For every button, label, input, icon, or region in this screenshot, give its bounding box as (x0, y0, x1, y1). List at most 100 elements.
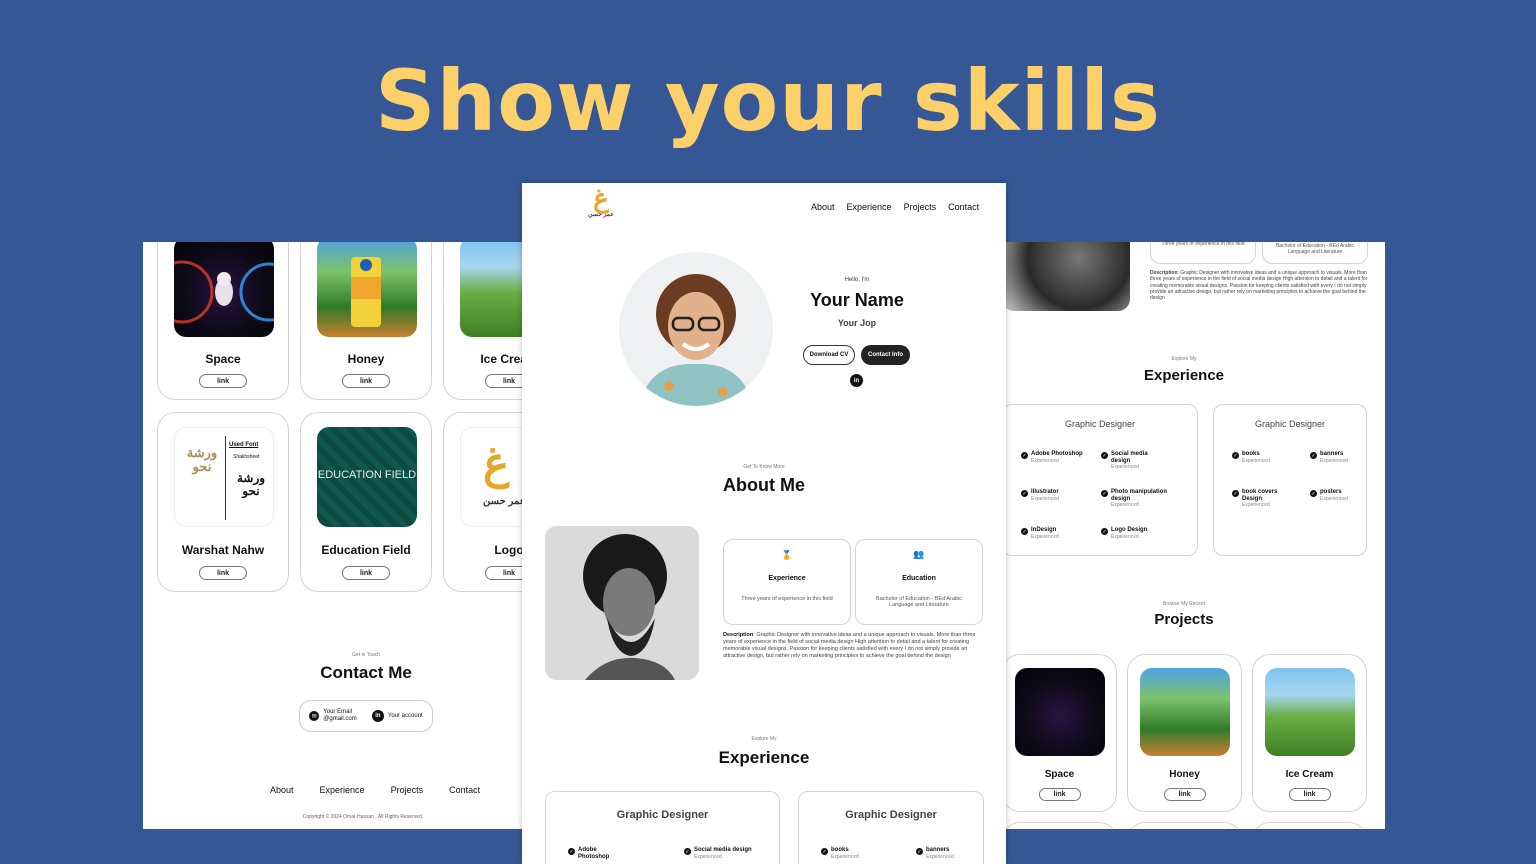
project-card-logo: غ عمر حسن Logo link (443, 412, 523, 592)
footer-nav-contact[interactable]: Contact (449, 785, 480, 795)
skill-level: Experienced (1031, 533, 1059, 540)
logo-glyph: غ (593, 183, 609, 213)
about-photo (545, 526, 699, 680)
experience-info-text: Three years of experience in this field (1161, 242, 1245, 247)
footer-nav-about[interactable]: About (270, 785, 294, 795)
divider (225, 436, 226, 520)
description-text: : Graphic Designer with innovative ideas… (1150, 270, 1368, 301)
nav-about[interactable]: About (811, 202, 835, 212)
left-panel-screenshot: Space link Honey link Ice Cream link ورش… (143, 242, 523, 829)
projects-title: Projects (1154, 611, 1214, 628)
project-title: Ice Cream (480, 352, 523, 366)
project-card-ice-cream: Ice Cream link (1252, 654, 1367, 812)
logo-thumbnail: غ عمر حسن (460, 427, 523, 527)
project-title: Ice Cream (1285, 769, 1334, 780)
linkedin-icon: in (371, 710, 384, 722)
skill-item: ✓ InDesign Experienced (1021, 527, 1087, 540)
footer-nav-projects[interactable]: Projects (391, 785, 424, 795)
check-icon: ✓ (684, 848, 691, 855)
top-nav: About Experience Projects Contact (811, 202, 979, 212)
project-card-space: Space link (157, 242, 289, 400)
email-text: Your Email @gmail.com (323, 709, 357, 722)
site-logo[interactable]: غ عمر حسن (586, 185, 616, 229)
skill-item: ✓ Social media design Experienced (684, 847, 752, 860)
experience-info-title: Experience (768, 575, 806, 582)
skill-name: banners (926, 847, 950, 853)
experience-card-2: Graphic Designer ✓ books Experienced ✓ ba… (798, 791, 984, 864)
contact-kicker: Get in Touch (352, 652, 380, 658)
email-contact[interactable]: ✉ Your Email @gmail.com (309, 709, 365, 722)
contact-box: ✉ Your Email @gmail.com in Your account (299, 700, 433, 732)
skill-name: InDesign (1031, 527, 1057, 533)
skill-name: Social media design (694, 847, 752, 853)
project-card-space: Space link (1002, 654, 1117, 812)
experience-card-title: Graphic Designer (1254, 419, 1326, 429)
project-title: Logo (494, 543, 523, 557)
check-icon: ✓ (1232, 490, 1239, 497)
skill-level: Experienced (1031, 457, 1059, 464)
skill-level: Experienced (694, 853, 722, 860)
skill-name: banners (1320, 451, 1344, 457)
skill-name: Illustrator (1031, 489, 1059, 495)
skill-name: books (831, 847, 849, 853)
account-text: Your account (387, 713, 423, 719)
hero-name: Your Name (810, 290, 904, 310)
experience-card-title: Graphic Designer (1064, 419, 1136, 429)
experience-card-1: Graphic Designer ✓ Adobe Photoshop ✓ Soc… (545, 791, 780, 864)
check-icon: ✓ (916, 848, 923, 855)
download-cv-button[interactable]: Download CV (803, 345, 855, 365)
project-title: Education Field (321, 543, 411, 557)
project-link-button[interactable]: link (342, 566, 390, 580)
skill-level: Experienced (1111, 502, 1139, 509)
ice-cream-thumbnail (460, 242, 523, 337)
linkedin-contact[interactable]: in Your account (371, 710, 423, 722)
right-panel-screenshot: Three years of experience in this field … (1002, 242, 1385, 829)
nav-contact[interactable]: Contact (948, 202, 979, 212)
project-link-button[interactable]: link (485, 566, 523, 580)
skill-name: Photo manipulation design (1111, 489, 1167, 502)
skill-item: ✓ book covers Design Experienced (1232, 489, 1298, 508)
skill-level: Experienced (1242, 457, 1270, 464)
project-link-button[interactable]: link (342, 374, 390, 388)
project-card-education-field: EDUCATION FIELD Education Field link (300, 412, 432, 592)
description-text: : Graphic Designer with innovative ideas… (723, 632, 976, 659)
experience-kicker: Explore My (1171, 356, 1197, 362)
check-icon: ✓ (1021, 452, 1028, 459)
experience-info-card-cropped: Three years of experience in this field (1150, 242, 1256, 264)
ice-cream-thumbnail (1265, 668, 1355, 756)
education-thumbnail: EDUCATION FIELD (317, 427, 417, 527)
experience-title: Experience (718, 748, 810, 767)
check-icon: ✓ (1021, 490, 1028, 497)
about-title: About Me (723, 475, 805, 495)
project-card-cropped (1252, 822, 1367, 829)
check-icon: ✓ (1310, 490, 1317, 497)
project-link-button[interactable]: link (199, 374, 247, 388)
experience-info-card: 🏅 Experience Three years of experience i… (723, 539, 851, 625)
nav-projects[interactable]: Projects (904, 202, 937, 212)
space-thumbnail (1015, 668, 1105, 756)
logo-caption: عمر حسن (483, 496, 523, 507)
project-link-button[interactable]: link (1038, 788, 1081, 801)
project-card-cropped (1002, 822, 1117, 829)
skill-level: Experienced (1111, 533, 1139, 540)
footer-copyright: Copyright © 2024 Omar Hassan . All Right… (302, 814, 424, 820)
check-icon: ✓ (1101, 452, 1108, 459)
projects-kicker: Browse My Recent (1163, 601, 1205, 607)
skill-item: ✓ posters Experienced (1310, 489, 1376, 502)
linkedin-icon[interactable]: in (850, 374, 863, 387)
project-link-button[interactable]: link (199, 566, 247, 580)
project-link-button[interactable]: link (485, 374, 523, 388)
space-thumbnail (174, 242, 274, 337)
skill-name: Logo Design (1111, 527, 1148, 533)
footer-nav-experience[interactable]: Experience (320, 785, 365, 795)
skill-item: ✓ Photo manipulation design Experienced (1101, 489, 1167, 508)
nav-experience[interactable]: Experience (847, 202, 892, 212)
skill-name: books (1242, 451, 1260, 457)
project-title: Honey (347, 352, 385, 366)
description-label: Description (723, 632, 754, 638)
project-link-button[interactable]: link (1163, 788, 1206, 801)
skill-item: ✓ Logo Design Experienced (1101, 527, 1167, 540)
project-link-button[interactable]: link (1288, 788, 1331, 801)
contact-info-button[interactable]: Contact Info (861, 345, 910, 365)
check-icon: ✓ (1101, 528, 1108, 535)
